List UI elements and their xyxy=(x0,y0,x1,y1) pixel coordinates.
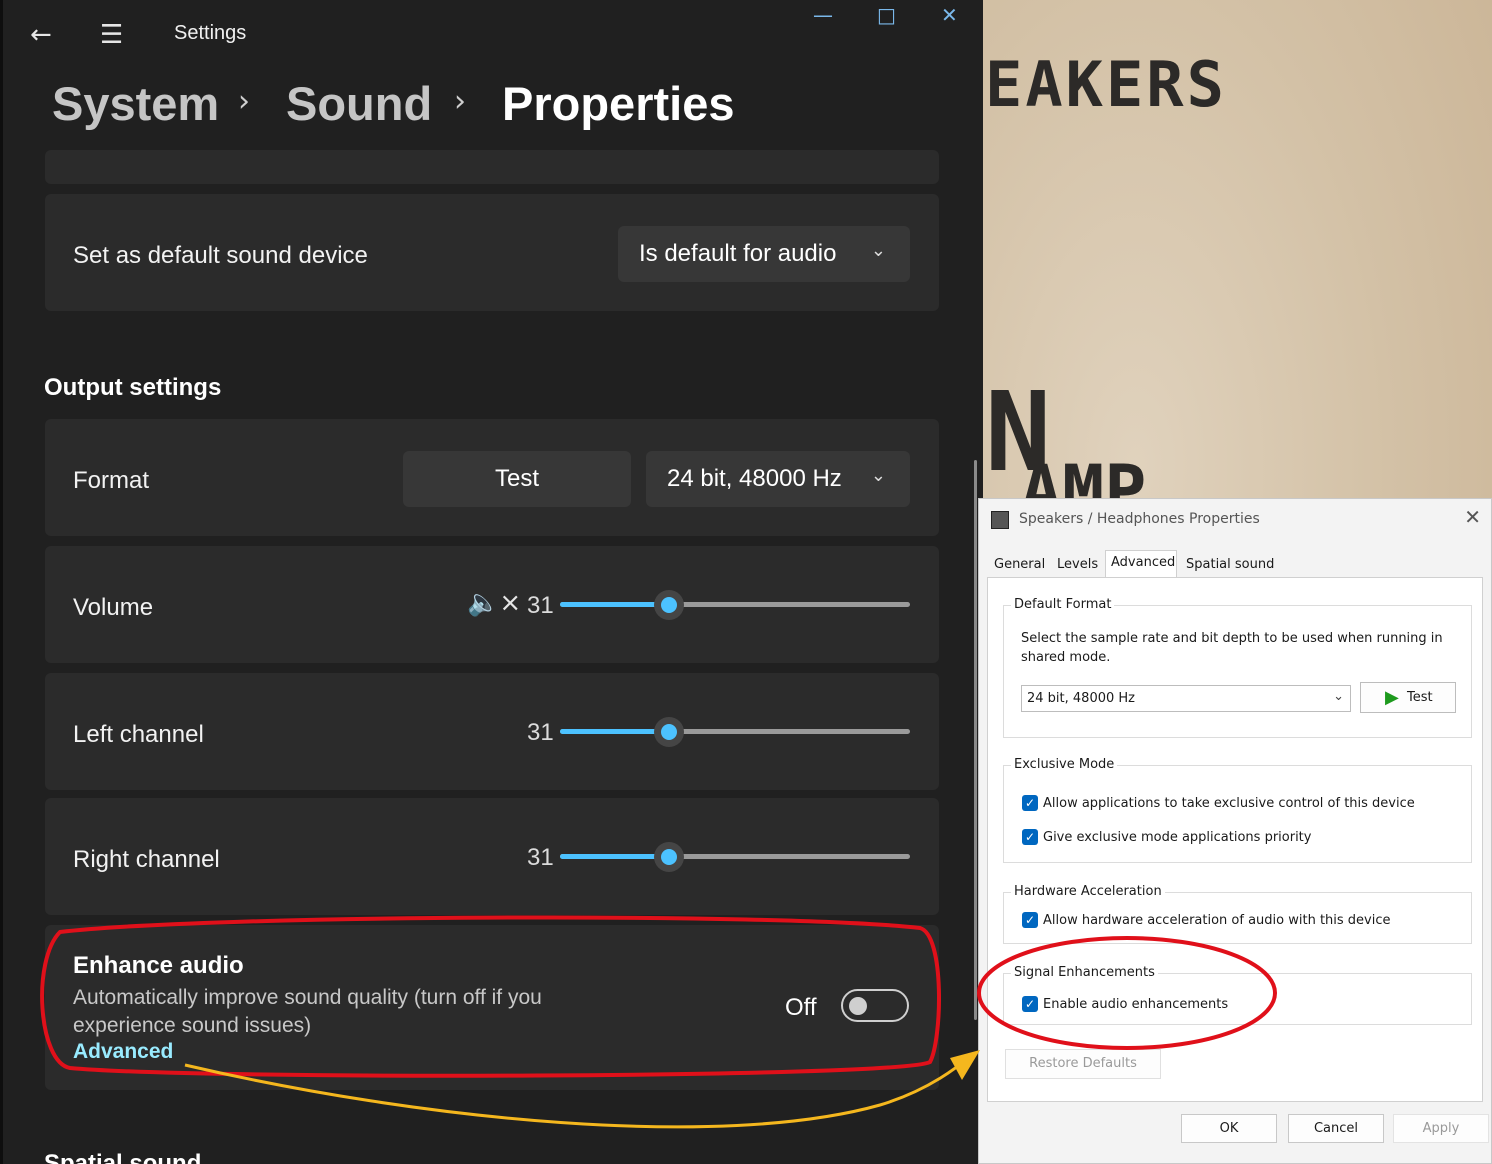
ok-button[interactable]: OK xyxy=(1181,1114,1277,1143)
maximize-icon[interactable]: □ xyxy=(877,3,896,27)
close-icon[interactable]: ✕ xyxy=(941,3,958,27)
format-card: Format Test 24 bit, 48000 Hz ⌄ xyxy=(45,419,939,536)
chevron-down-icon: ⌄ xyxy=(870,240,886,260)
tab-advanced[interactable]: Advanced xyxy=(1111,555,1175,570)
volume-label: Volume xyxy=(73,594,154,621)
default-format-label: Default Format xyxy=(1011,597,1115,612)
restore-defaults-button[interactable]: Restore Defaults xyxy=(1005,1049,1161,1079)
checkbox-audio-enhancements[interactable]: ✓ xyxy=(1022,996,1038,1012)
test-button[interactable]: Test xyxy=(403,451,631,507)
chevron-down-icon: ⌄ xyxy=(870,465,886,485)
dialog-test-label: Test xyxy=(1407,690,1433,705)
background-text: EAKERS xyxy=(985,48,1227,121)
speaker-icon xyxy=(991,511,1009,529)
checkbox-exclusive-control[interactable]: ✓ xyxy=(1022,795,1038,811)
audio-enhancements-option: Enable audio enhancements xyxy=(1043,997,1229,1012)
enhance-audio-title: Enhance audio xyxy=(73,952,244,979)
breadcrumb-separator-icon: › xyxy=(238,84,250,119)
left-channel-value: 31 xyxy=(527,719,554,746)
close-icon[interactable]: ✕ xyxy=(1464,505,1481,529)
left-channel-label: Left channel xyxy=(73,721,204,748)
format-label: Format xyxy=(73,467,150,494)
hamburger-menu-icon[interactable]: ☰ xyxy=(100,20,123,50)
exclusive-mode-group xyxy=(1003,765,1472,863)
default-device-value: Is default for audio xyxy=(639,240,837,267)
format-combobox[interactable]: 24 bit, 48000 Hz ⌄ xyxy=(1021,685,1351,712)
enhance-audio-toggle[interactable] xyxy=(841,989,909,1022)
speaker-muted-icon[interactable]: 🔈× xyxy=(467,588,521,618)
left-channel-slider-fill xyxy=(560,729,669,734)
scrollbar[interactable] xyxy=(974,460,977,1020)
toggle-knob xyxy=(849,997,867,1015)
app-title: Settings xyxy=(174,22,247,44)
spatial-sound-heading: Spatial sound xyxy=(44,1150,202,1164)
cancel-button[interactable]: Cancel xyxy=(1288,1114,1384,1143)
right-channel-value: 31 xyxy=(527,844,554,871)
page-title: Properties xyxy=(502,77,735,130)
default-format-description: Select the sample rate and bit depth to … xyxy=(1021,631,1443,665)
default-device-dropdown[interactable]: Is default for audio ⌄ xyxy=(618,226,910,282)
left-channel-slider-thumb[interactable] xyxy=(654,717,684,747)
dialog-test-button[interactable]: ▶ Test xyxy=(1360,682,1456,713)
minimize-icon[interactable]: — xyxy=(813,3,833,27)
format-dropdown[interactable]: 24 bit, 48000 Hz ⌄ xyxy=(646,451,910,507)
breadcrumb-system[interactable]: System xyxy=(52,76,219,131)
checkbox-exclusive-priority[interactable]: ✓ xyxy=(1022,829,1038,845)
chevron-down-icon: ⌄ xyxy=(1333,689,1344,704)
volume-card: Volume 🔈× 31 xyxy=(45,546,939,663)
hardware-acceleration-label: Hardware Acceleration xyxy=(1011,884,1165,899)
enhance-audio-description: Automatically improve sound quality (tur… xyxy=(73,986,542,1037)
tab-spatial-sound[interactable]: Spatial sound xyxy=(1186,557,1274,572)
dialog-title: Speakers / Headphones Properties xyxy=(1019,511,1260,527)
volume-value: 31 xyxy=(527,592,554,619)
default-format-group xyxy=(1003,605,1472,738)
breadcrumb-separator-icon: › xyxy=(454,84,466,119)
default-device-card: Set as default sound device Is default f… xyxy=(45,194,939,311)
back-arrow-icon[interactable]: ← xyxy=(30,20,52,50)
exclusive-priority-label: Give exclusive mode applications priorit… xyxy=(1043,830,1312,845)
tab-levels[interactable]: Levels xyxy=(1057,557,1098,572)
exclusive-control-label: Allow applications to take exclusive con… xyxy=(1043,796,1415,811)
volume-slider-fill xyxy=(560,602,669,607)
right-channel-slider-fill xyxy=(560,854,669,859)
checkbox-hardware-acceleration[interactable]: ✓ xyxy=(1022,912,1038,928)
apply-button[interactable]: Apply xyxy=(1393,1114,1489,1143)
volume-slider-thumb[interactable] xyxy=(654,590,684,620)
right-channel-card: Right channel 31 xyxy=(45,798,939,915)
exclusive-mode-label: Exclusive Mode xyxy=(1011,757,1118,772)
right-channel-slider-thumb[interactable] xyxy=(654,842,684,872)
left-channel-card: Left channel 31 xyxy=(45,673,939,790)
toggle-state-label: Off xyxy=(785,994,817,1021)
output-settings-heading: Output settings xyxy=(44,374,222,401)
signal-enhancements-label: Signal Enhancements xyxy=(1011,965,1158,980)
properties-dialog: Speakers / Headphones Properties ✕ Gener… xyxy=(978,498,1492,1164)
tab-general[interactable]: General xyxy=(994,557,1045,572)
settings-card-partial xyxy=(45,150,939,184)
right-channel-label: Right channel xyxy=(73,846,220,873)
breadcrumb-sound[interactable]: Sound xyxy=(286,76,432,131)
format-value: 24 bit, 48000 Hz xyxy=(667,465,842,492)
default-device-label: Set as default sound device xyxy=(73,242,368,269)
settings-window: ← ☰ Settings — □ ✕ System › Sound › Prop… xyxy=(0,0,983,1164)
format-combobox-value: 24 bit, 48000 Hz xyxy=(1027,691,1135,706)
play-icon: ▶ xyxy=(1385,687,1399,708)
window-edge xyxy=(0,0,3,1164)
hardware-acceleration-option: Allow hardware acceleration of audio wit… xyxy=(1043,913,1391,928)
advanced-link[interactable]: Advanced xyxy=(73,1040,173,1064)
